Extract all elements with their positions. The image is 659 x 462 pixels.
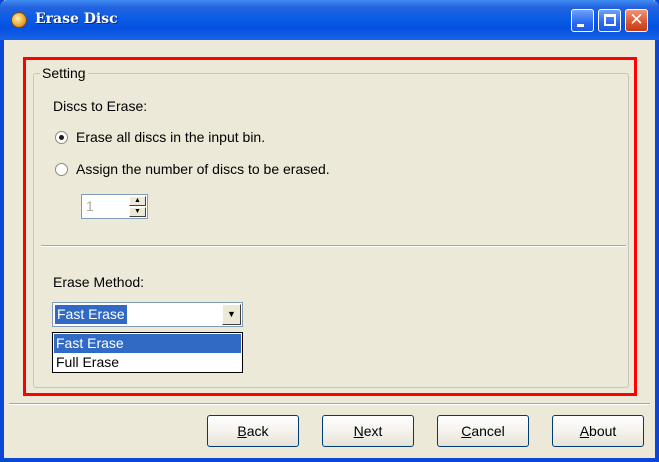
about-mnemonic: A — [579, 423, 590, 439]
title-bar[interactable]: Erase Disc ✕ — [0, 0, 659, 40]
cancel-label-rest: ancel — [471, 423, 505, 439]
close-button[interactable]: ✕ — [625, 9, 648, 32]
next-button[interactable]: Next — [322, 415, 414, 447]
next-mnemonic: N — [353, 423, 364, 439]
minimize-icon — [577, 24, 584, 27]
next-label-rest: ext — [363, 423, 383, 439]
maximize-button[interactable] — [598, 9, 621, 32]
minimize-button[interactable] — [571, 9, 594, 32]
cancel-button[interactable]: Cancel — [437, 415, 529, 447]
highlight-frame — [23, 57, 637, 396]
cancel-mnemonic: C — [461, 423, 472, 439]
disc-app-icon — [11, 12, 27, 28]
maximize-icon — [604, 14, 616, 26]
back-label-rest: ack — [246, 423, 269, 439]
button-bar-divider — [9, 403, 650, 405]
back-button[interactable]: Back — [207, 415, 299, 447]
back-mnemonic: B — [237, 423, 247, 439]
window-title: Erase Disc — [35, 11, 118, 27]
about-label-rest: bout — [589, 423, 617, 439]
about-button[interactable]: About — [552, 415, 644, 447]
close-icon: ✕ — [629, 10, 644, 30]
